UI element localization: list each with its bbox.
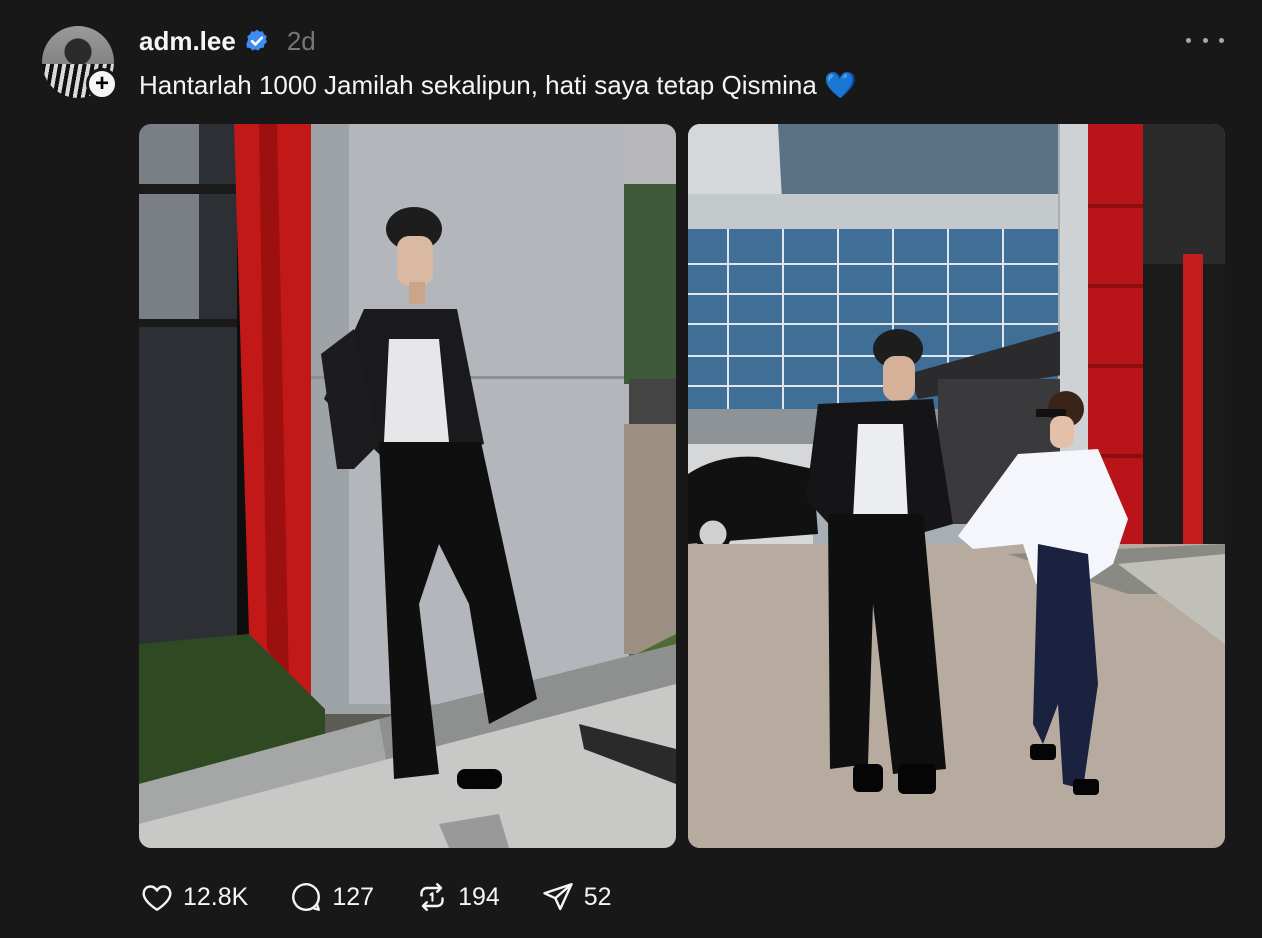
post-caption: Hantarlah 1000 Jamilah sekalipun, hati s… xyxy=(139,70,856,101)
photo-1-image xyxy=(139,124,676,848)
share-button[interactable]: 52 xyxy=(540,879,612,915)
post-photo-2[interactable] xyxy=(688,124,1225,848)
like-button[interactable]: 12.8K xyxy=(139,879,248,915)
post-timestamp: 2d xyxy=(286,25,316,56)
username[interactable]: adm.lee xyxy=(139,26,236,57)
post-photo-1[interactable] xyxy=(139,124,676,848)
repost-button[interactable]: 194 xyxy=(414,879,500,915)
share-count: 52 xyxy=(583,882,612,911)
author-avatar[interactable]: + xyxy=(42,26,118,102)
more-options-icon[interactable] xyxy=(1186,28,1224,52)
heart-icon xyxy=(142,885,172,911)
comment-bubble-icon xyxy=(292,883,321,911)
post-actions: 12.8K 127 194 52 xyxy=(139,878,652,916)
photo-2-image xyxy=(688,124,1225,848)
verified-badge-icon xyxy=(246,29,267,51)
comment-button[interactable]: 127 xyxy=(288,879,374,915)
post-header: adm.lee 2d xyxy=(139,24,316,58)
follow-plus-icon[interactable]: + xyxy=(86,68,118,100)
comment-count: 127 xyxy=(332,882,375,911)
caption-text: Hantarlah 1000 Jamilah sekalipun, hati s… xyxy=(139,70,817,100)
repost-count: 194 xyxy=(458,882,500,911)
blue-heart-emoji: 💙 xyxy=(824,70,857,100)
send-icon xyxy=(543,883,573,911)
like-count: 12.8K xyxy=(183,882,249,911)
repost-icon xyxy=(420,883,444,911)
